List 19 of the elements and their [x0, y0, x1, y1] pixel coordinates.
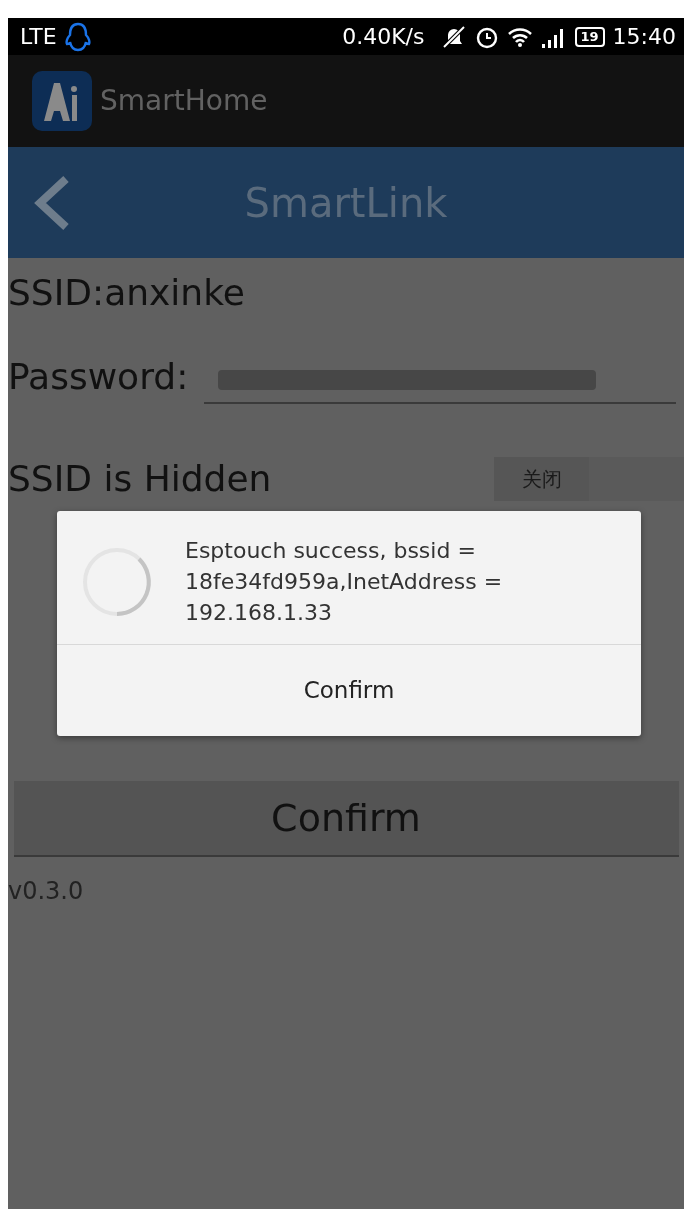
clock-time: 15:40 — [612, 23, 676, 51]
dialog-message: Esptouch success, bssid = 18fe34fd959a,InetAddress = 192.168.1.33 — [185, 537, 504, 627]
ssid-hidden-label: SSID is Hidden — [8, 457, 272, 501]
confirm-button[interactable]: Confirm — [13, 781, 679, 857]
network-speed: 0.40K/s — [342, 23, 425, 51]
loading-spinner-icon — [81, 545, 153, 618]
carrier-label: LTE — [20, 23, 57, 51]
password-label: Password: — [8, 355, 189, 399]
ssid-label: SSID:anxinke — [8, 271, 246, 315]
version-label: v0.3.0 — [8, 876, 85, 907]
wifi-icon — [506, 25, 533, 48]
toggle-label: 关闭 — [494, 457, 589, 501]
battery-level: 19 — [574, 26, 605, 47]
penguin-icon — [64, 21, 91, 52]
dialog-confirm-button[interactable]: Confirm — [57, 644, 641, 736]
screen-title: SmartLink — [244, 178, 448, 228]
app-title: SmartHome — [100, 83, 268, 119]
toggle-switch[interactable]: 关闭 — [494, 457, 684, 501]
muted-bell-icon — [440, 24, 467, 49]
